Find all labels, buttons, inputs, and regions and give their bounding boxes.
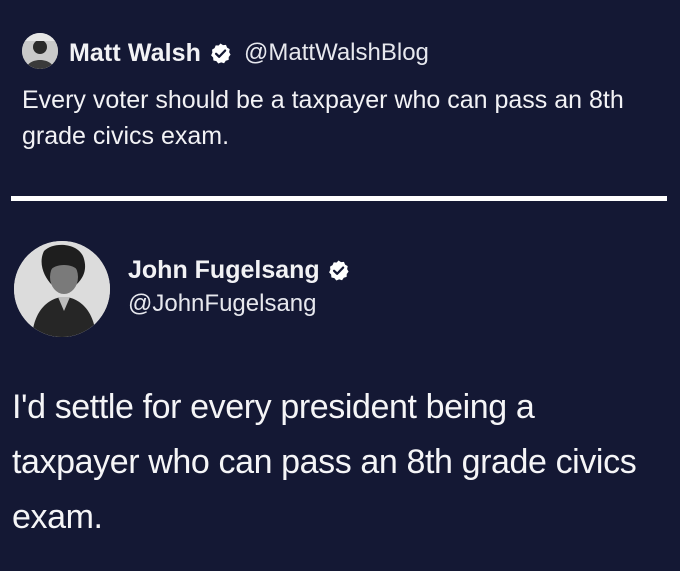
tweet-header: Matt Walsh @MattWalshBlog (69, 36, 429, 70)
author-handle[interactable]: @MattWalshBlog (244, 39, 429, 67)
author-name-row: John Fugelsang (128, 253, 350, 287)
verified-badge-icon (327, 259, 350, 282)
divider (11, 196, 667, 201)
verified-badge-icon (209, 42, 232, 65)
avatar[interactable] (22, 33, 58, 69)
avatar-photo (22, 33, 58, 69)
tweet-header: John Fugelsang @JohnFugelsang (128, 253, 350, 321)
author-handle[interactable]: @JohnFugelsang (128, 287, 350, 321)
tweet-text: I'd settle for every president being a t… (12, 388, 637, 536)
avatar[interactable] (14, 241, 110, 337)
tweet-text: Every voter should be a taxpayer who can… (22, 86, 624, 150)
original-tweet: Matt Walsh @MattWalshBlog Every voter sh… (0, 0, 680, 195)
reply-tweet: John Fugelsang @JohnFugelsang I'd settle… (0, 202, 680, 571)
avatar-photo (14, 241, 110, 337)
author-name[interactable]: Matt Walsh (69, 39, 201, 68)
author-name[interactable]: John Fugelsang (128, 256, 320, 285)
